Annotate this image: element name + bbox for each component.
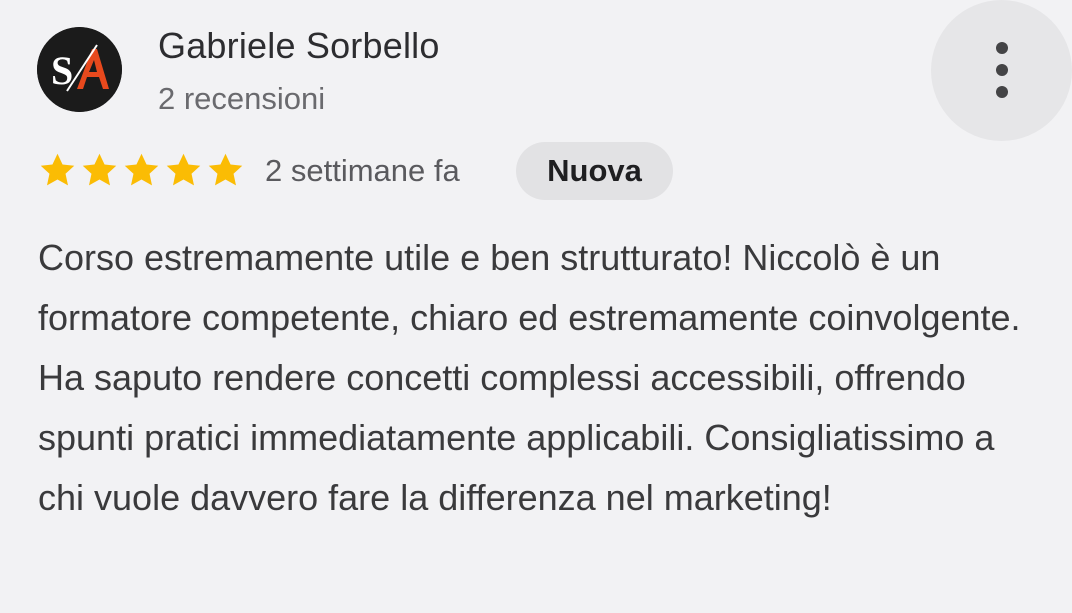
author-name[interactable]: Gabriele Sorbello — [158, 24, 440, 68]
star-icon — [166, 153, 201, 186]
new-badge: Nuova — [516, 142, 673, 200]
avatar[interactable]: S — [37, 27, 122, 112]
avatar-logo: S — [37, 27, 122, 112]
review-time: 2 settimane fa — [265, 153, 460, 188]
more-vert-icon-dot-2 — [996, 64, 1008, 76]
star-icon — [82, 153, 117, 186]
star-icon — [124, 153, 159, 186]
author-review-count[interactable]: 2 recensioni — [158, 80, 325, 118]
more-vert-icon-dot-3 — [996, 86, 1008, 98]
more-vert-icon — [996, 42, 1008, 54]
review-text: Corso estremamente utile e ben struttura… — [38, 237, 1021, 518]
star-icon — [208, 153, 243, 186]
star-rating — [37, 150, 246, 194]
star-icon — [40, 153, 75, 186]
more-options-button[interactable] — [931, 0, 1072, 141]
review-card: S Gabriele Sorbello 2 recensioni 2 setti… — [0, 0, 1072, 613]
